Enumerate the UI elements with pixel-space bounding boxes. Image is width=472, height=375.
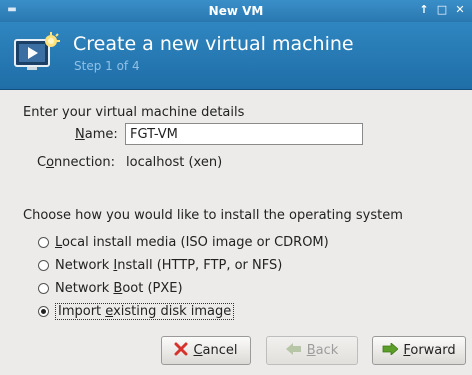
arrow-right-icon	[382, 341, 399, 359]
radio-import-disk[interactable]: Import existing disk image	[38, 302, 235, 320]
new-vm-icon	[13, 32, 61, 76]
window-title: New VM	[208, 4, 264, 18]
radio-button[interactable]	[38, 259, 49, 271]
close-icon[interactable]: ✕	[454, 3, 466, 17]
details-heading: Enter your virtual machine details	[23, 105, 245, 120]
radio-label: Network Boot (PXE)	[55, 280, 183, 296]
radio-network-install[interactable]: Network Install (HTTP, FTP, or NFS)	[38, 256, 282, 274]
cancel-button[interactable]: Cancel	[161, 336, 251, 365]
radio-button[interactable]	[38, 236, 49, 248]
arrow-left-icon	[285, 342, 302, 359]
back-button[interactable]: Back	[266, 336, 358, 365]
page-title: Create a new virtual machine	[73, 33, 354, 55]
forward-button[interactable]: Forward	[372, 336, 466, 365]
radio-label: Local install media (ISO image or CDROM)	[55, 234, 329, 250]
window-controls: ↑ □ ✕	[418, 3, 466, 17]
radio-button[interactable]	[38, 282, 49, 294]
radio-local-install[interactable]: Local install media (ISO image or CDROM)	[38, 233, 329, 251]
window-titlebar: ▬ New VM ↑ □ ✕	[0, 0, 472, 22]
shade-icon[interactable]: ↑	[418, 3, 430, 17]
install-heading: Choose how you would like to install the…	[23, 208, 403, 223]
radio-network-boot[interactable]: Network Boot (PXE)	[38, 279, 183, 297]
radio-button-selected[interactable]	[38, 305, 49, 317]
connection-label: Connection:	[37, 155, 115, 170]
radio-label: Network Install (HTTP, FTP, or NFS)	[55, 257, 283, 273]
step-indicator: Step 1 of 4	[74, 59, 140, 73]
name-field[interactable]	[125, 123, 363, 145]
maximize-icon[interactable]: □	[436, 3, 448, 17]
radio-label: Import existing disk image	[55, 302, 235, 320]
connection-value: localhost (xen)	[126, 155, 223, 170]
name-label: Name:	[75, 127, 118, 142]
cancel-icon	[174, 342, 188, 360]
wizard-header: Create a new virtual machine Step 1 of 4	[0, 22, 472, 90]
